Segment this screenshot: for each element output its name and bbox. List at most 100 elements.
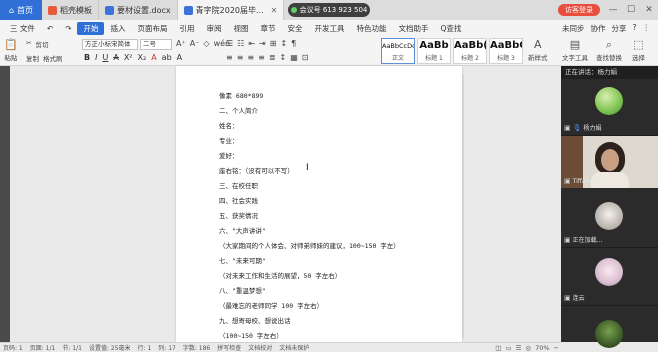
participant-tile[interactable] xyxy=(561,306,658,348)
collaborate-button[interactable]: 协作 xyxy=(591,23,606,34)
doc-line[interactable]: 五、获奖情况 xyxy=(219,210,258,220)
distribute-icon[interactable]: ≣ xyxy=(269,53,276,62)
style-heading-3[interactable]: AaBbC 标题 3 xyxy=(489,38,523,64)
doc-line[interactable]: 九、想寄母校、想说出话 xyxy=(219,315,291,325)
sync-status[interactable]: 未同步 xyxy=(562,23,585,34)
underline-icon[interactable]: U xyxy=(102,53,108,62)
menu-view[interactable]: 视图 xyxy=(227,23,254,34)
style-normal[interactable]: AaBbCcDd 正文 xyxy=(381,38,415,64)
menu-home[interactable]: 开始 xyxy=(77,21,105,35)
find-replace-button[interactable]: ⌕ 查找替换 xyxy=(596,38,622,62)
bullet-list-icon[interactable]: ☰ xyxy=(226,39,233,48)
char-shading-icon[interactable]: A xyxy=(177,53,182,62)
menu-developer[interactable]: 开发工具 xyxy=(308,23,350,34)
meeting-indicator[interactable]: 会议号 613 923 504 xyxy=(288,3,370,17)
grow-font-icon[interactable]: A⁺ xyxy=(176,39,186,48)
sort-icon[interactable]: ↕ xyxy=(280,39,287,48)
menu-search[interactable]: Q查找 xyxy=(434,23,467,34)
copy-label[interactable]: 复制 xyxy=(26,53,39,63)
maximize-icon[interactable]: ☐ xyxy=(626,5,636,15)
superscript-icon[interactable]: X² xyxy=(124,53,133,62)
chinese-layout-icon[interactable]: ⊞ xyxy=(270,39,277,48)
align-center-icon[interactable]: ≡ xyxy=(237,53,244,62)
tab-document-1[interactable]: 要材设置.docx xyxy=(99,0,178,20)
more-icon[interactable]: ⋮ xyxy=(643,23,651,34)
style-heading-2[interactable]: AaBb( 标题 2 xyxy=(453,38,487,64)
strikethrough-icon[interactable]: A xyxy=(113,53,118,62)
tab-templates[interactable]: 稻壳模板 xyxy=(42,0,99,20)
format-painter-label[interactable]: 格式刷 xyxy=(43,53,63,63)
outdent-icon[interactable]: ⇤ xyxy=(248,39,255,48)
menu-security[interactable]: 安全 xyxy=(281,23,308,34)
share-button[interactable]: 分享 xyxy=(612,23,627,34)
doc-line[interactable]: （大家期间的个人体会、对师弟师妹的建议，100~150 字左） xyxy=(219,240,400,250)
doc-line[interactable]: 像素 680*899 xyxy=(219,90,263,100)
select-button[interactable]: ⬚ 选择 xyxy=(632,38,645,62)
shrink-font-icon[interactable]: A⁻ xyxy=(190,39,200,48)
text-tools-button[interactable]: ▤ 文字工具 xyxy=(562,38,588,62)
subscript-icon[interactable]: X₂ xyxy=(138,53,147,62)
tab-document-2[interactable]: 青字院2020届毕... ✕ xyxy=(177,0,285,20)
doc-line[interactable]: 爱好： xyxy=(219,150,239,160)
web-view-icon[interactable]: ◎ xyxy=(525,344,531,352)
status-word-count[interactable]: 字数: 186 xyxy=(183,343,210,352)
doc-line[interactable]: （最难忘的老师同学 100 字左右） xyxy=(219,300,323,310)
menu-doc-assistant[interactable]: 文档助手 xyxy=(392,23,434,34)
show-marks-icon[interactable]: ¶ xyxy=(291,39,296,48)
participant-video[interactable]: ▣ Tiffany向 xyxy=(561,136,658,188)
page-view-icon[interactable]: ▭ xyxy=(505,344,511,352)
redo-icon[interactable]: ↷ xyxy=(59,24,77,33)
style-heading-1[interactable]: AaBb 标题 1 xyxy=(417,38,451,64)
line-spacing-icon[interactable]: ↕ xyxy=(280,53,287,62)
participant-tile[interactable]: ▣ 🎙 杨力娟 xyxy=(561,79,658,136)
home-tab[interactable]: ⌂ 首页 xyxy=(0,0,42,20)
login-button[interactable]: 访客登录 xyxy=(558,4,600,16)
paste-button[interactable]: 📋 粘贴 xyxy=(4,38,18,62)
menu-review[interactable]: 审阅 xyxy=(200,23,227,34)
font-name-select[interactable]: 方正小标宋简体 xyxy=(82,39,138,50)
clear-format-icon[interactable]: ◇ xyxy=(203,39,209,48)
bold-icon[interactable]: B xyxy=(84,53,90,62)
doc-line[interactable]: 八、"重温梦想" xyxy=(219,285,266,295)
doc-line[interactable]: 姓名： xyxy=(219,120,239,130)
doc-line[interactable]: 六、"大声讲讲" xyxy=(219,225,266,235)
participant-tile[interactable]: ▣ 正在加载... xyxy=(561,188,658,248)
menu-file[interactable]: 三 文件 xyxy=(4,23,41,34)
zoom-out-icon[interactable]: − xyxy=(554,344,559,352)
read-mode-icon[interactable]: ◫ xyxy=(495,344,501,352)
menu-page-layout[interactable]: 页面布局 xyxy=(131,23,173,34)
align-left-icon[interactable]: ≡ xyxy=(226,53,233,62)
doc-protection-status[interactable]: 文档未保护 xyxy=(279,343,309,352)
doc-line[interactable]: 四、社会实践 xyxy=(219,195,258,205)
proofread-toggle[interactable]: 文档校对 xyxy=(248,343,272,352)
highlight-icon[interactable]: ab xyxy=(162,53,172,62)
zoom-level[interactable]: 70% xyxy=(535,344,549,352)
undo-icon[interactable]: ↶ xyxy=(41,24,59,33)
close-tab-icon[interactable]: ✕ xyxy=(271,6,278,15)
font-color-icon[interactable]: A xyxy=(151,53,156,62)
participant-tile[interactable]: ▣ 连云 xyxy=(561,248,658,306)
minimize-icon[interactable]: — xyxy=(608,5,618,15)
spell-check-toggle[interactable]: 拼写检查 xyxy=(217,343,241,352)
cut-icon[interactable]: ✂ xyxy=(26,39,31,49)
borders-icon[interactable]: ⊡ xyxy=(302,53,309,62)
align-right-icon[interactable]: ≡ xyxy=(247,53,254,62)
doc-line[interactable]: 专业： xyxy=(219,135,239,145)
menu-insert[interactable]: 插入 xyxy=(104,23,131,34)
menu-references[interactable]: 引用 xyxy=(173,23,200,34)
doc-line[interactable]: （100~150 字左右） xyxy=(219,330,283,340)
help-icon[interactable]: ? xyxy=(633,23,637,34)
new-style-button[interactable]: A 新样式 xyxy=(528,38,548,62)
doc-line[interactable]: 七、"未来可期" xyxy=(219,255,266,265)
cut-label[interactable]: 剪切 xyxy=(35,39,48,49)
close-window-icon[interactable]: ✕ xyxy=(644,5,654,15)
italic-icon[interactable]: I xyxy=(95,53,97,62)
menu-features[interactable]: 特色功能 xyxy=(350,23,392,34)
outline-view-icon[interactable]: ☰ xyxy=(516,344,522,352)
indent-icon[interactable]: ⇥ xyxy=(259,39,266,48)
menu-section[interactable]: 章节 xyxy=(254,23,281,34)
font-size-select[interactable]: 二号 xyxy=(140,39,172,50)
doc-line[interactable]: 座右铭：（没有可以不写） xyxy=(219,165,294,175)
doc-line[interactable]: （对未来工作和生活的展望，50 字左右） xyxy=(219,270,341,280)
doc-line[interactable]: 二、个人简介 xyxy=(219,105,258,115)
